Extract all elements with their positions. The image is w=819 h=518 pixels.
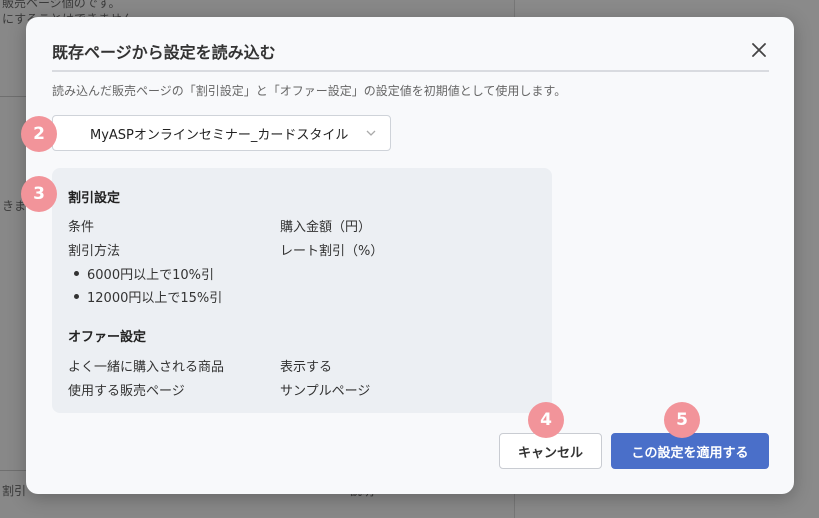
step-badge-2: 2 <box>21 116 57 152</box>
background-text: 割引 <box>2 484 27 498</box>
cancel-button[interactable]: キャンセル <box>499 433 602 469</box>
condition-value: 購入金額（円） <box>280 220 372 235</box>
dialog-title: 既存ページから設定を読み込む <box>52 43 276 62</box>
frequent-items-value: 表示する <box>280 360 333 375</box>
close-icon <box>752 43 766 57</box>
step-badge-5: 5 <box>664 402 700 438</box>
step-badge-4: 4 <box>528 402 564 438</box>
sales-page-label: 使用する販売ページ <box>68 384 185 399</box>
discount-rule-item: 12000円以上で15%引 <box>74 287 222 306</box>
step-badge-3: 3 <box>21 176 57 212</box>
settings-preview-card: 割引設定 条件 購入金額（円） 割引方法 レート割引（%） 6000円以上で10… <box>52 168 552 413</box>
discount-section-title: 割引設定 <box>68 191 121 206</box>
offer-section-title: オファー設定 <box>68 330 147 345</box>
sales-page-value: サンプルページ <box>280 384 371 399</box>
title-divider <box>52 70 769 72</box>
discount-rule-item: 6000円以上で10%引 <box>74 264 214 283</box>
method-label: 割引方法 <box>68 244 121 259</box>
close-button[interactable] <box>748 39 770 61</box>
dialog-description: 読み込んだ販売ページの「割引設定」と「オファー設定」の設定値を初期値として使用し… <box>52 84 567 98</box>
select-value: MyASPオンラインセミナー_カードスタイル <box>90 127 349 143</box>
apply-settings-button[interactable]: この設定を適用する <box>611 433 769 469</box>
condition-label: 条件 <box>68 220 95 235</box>
sales-page-select[interactable]: MyASPオンラインセミナー_カードスタイル <box>52 115 391 151</box>
frequent-items-label: よく一緒に購入される商品 <box>68 360 225 375</box>
method-value: レート割引（%） <box>280 244 384 259</box>
chevron-down-icon <box>366 130 376 136</box>
